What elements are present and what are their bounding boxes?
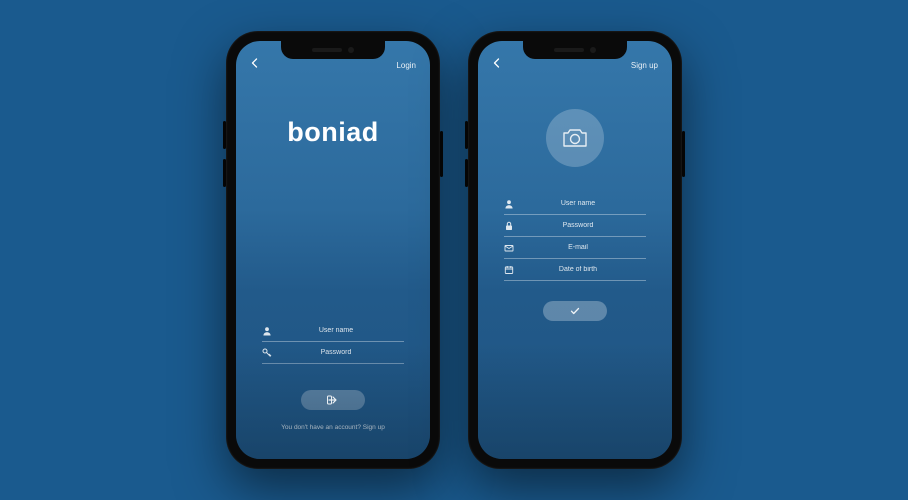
volume-down-button bbox=[465, 159, 468, 187]
back-button[interactable] bbox=[492, 58, 506, 72]
username-input[interactable] bbox=[524, 200, 646, 207]
signup-screen: Sign up bbox=[478, 41, 672, 459]
volume-up-button bbox=[465, 121, 468, 149]
mail-icon bbox=[504, 243, 514, 253]
volume-up-button bbox=[223, 121, 226, 149]
user-icon bbox=[504, 199, 514, 209]
footnote-text: You don't have an account? bbox=[281, 424, 363, 431]
dob-field[interactable] bbox=[504, 259, 646, 281]
phone-signup-mockup: Sign up bbox=[468, 31, 682, 469]
phone-notch bbox=[281, 41, 385, 59]
volume-down-button bbox=[223, 159, 226, 187]
signup-footnote: You don't have an account? Sign up bbox=[281, 424, 385, 431]
footnote-signup-link[interactable]: Sign up bbox=[363, 424, 385, 431]
username-input[interactable] bbox=[282, 327, 404, 334]
phone-login-mockup: Login boniad bbox=[226, 31, 440, 469]
user-icon bbox=[262, 326, 272, 336]
email-field[interactable] bbox=[504, 237, 646, 259]
check-icon bbox=[569, 306, 581, 316]
calendar-icon bbox=[504, 265, 514, 275]
dob-input[interactable] bbox=[524, 266, 646, 273]
password-field[interactable] bbox=[262, 342, 404, 364]
phone-notch bbox=[523, 41, 627, 59]
login-arrow-icon bbox=[327, 395, 339, 405]
password-input[interactable] bbox=[524, 222, 646, 229]
login-screen: Login boniad bbox=[236, 41, 430, 459]
lock-icon bbox=[504, 221, 514, 231]
back-button[interactable] bbox=[250, 58, 264, 72]
power-button bbox=[440, 131, 443, 177]
login-fields bbox=[262, 320, 404, 364]
username-field[interactable] bbox=[504, 193, 646, 215]
brand-logo: boniad bbox=[287, 117, 379, 148]
login-header-link[interactable]: Login bbox=[396, 61, 416, 70]
signup-header-link[interactable]: Sign up bbox=[631, 61, 658, 70]
password-input[interactable] bbox=[282, 349, 404, 356]
username-field[interactable] bbox=[262, 320, 404, 342]
signup-fields bbox=[504, 193, 646, 281]
signup-submit-button[interactable] bbox=[543, 301, 607, 321]
camera-icon bbox=[561, 127, 589, 149]
avatar-upload[interactable] bbox=[546, 109, 604, 167]
power-button bbox=[682, 131, 685, 177]
login-submit-button[interactable] bbox=[301, 390, 365, 410]
signup-content bbox=[478, 73, 672, 459]
key-icon bbox=[262, 348, 272, 358]
password-field[interactable] bbox=[504, 215, 646, 237]
email-input[interactable] bbox=[524, 244, 646, 251]
login-content: boniad bbox=[236, 73, 430, 459]
